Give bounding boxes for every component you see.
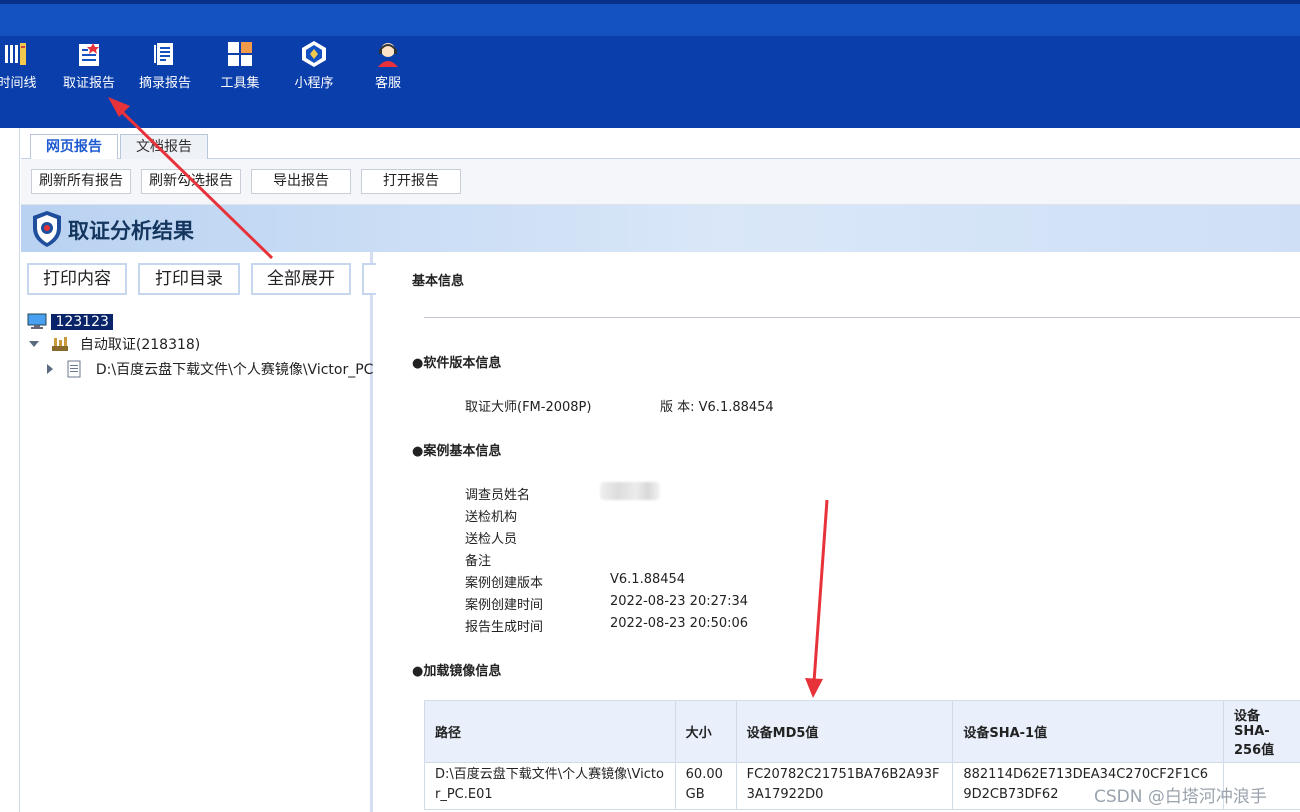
case-value-create-version: V6.1.88454 [610,572,686,587]
tab-document-report[interactable]: 文档报告 [120,134,208,160]
report-tab-strip: 网页报告 文档报告 [21,128,1300,160]
expand-triangle-icon[interactable] [47,364,53,374]
ribbon-item-label: 摘录报告 [138,76,191,91]
refresh-selected-reports-button[interactable]: 刷新勾选报告 [141,169,241,194]
page-title: 取证分析结果 [68,219,194,243]
expand-all-button[interactable]: 全部展开 [251,263,351,295]
forensics-tool-icon [52,337,69,351]
document-icon [67,360,81,378]
tree-node-root[interactable]: 123123 [27,313,113,330]
evidence-tree-pane: 打印内容 打印目录 全部展开 123123 自动取证(218318) D:\百度… [21,252,376,812]
col-header-sha1: 设备SHA-1值 [952,700,1224,763]
print-directory-button[interactable]: 打印目录 [138,263,240,295]
ribbon-item-customer-service[interactable]: 客服 [351,40,425,94]
case-label-report-time: 报告生成时间 [465,620,544,635]
tree-node-auto-forensics[interactable]: 自动取证(218318) [29,334,200,354]
cell-size: 60.00 GB [674,762,737,810]
report-toolbar: 刷新所有报告 刷新勾选报告 导出报告 打开报告 [21,159,1300,205]
watermark: CSDN @白塔河冲浪手 [1094,787,1267,807]
ribbon-item-label: 客服 [374,76,401,91]
print-content-button[interactable]: 打印内容 [27,263,127,295]
shield-icon [33,211,61,247]
ribbon-item-label: 小程序 [294,76,334,91]
software-name: 取证大师(FM-2008P) [465,400,592,415]
ribbon-item-mini-program[interactable]: 小程序 [277,40,351,94]
software-version: 版 本: V6.1.88454 [660,400,774,415]
case-label-create-version: 案例创建版本 [465,576,544,591]
export-report-button[interactable]: 导出报告 [251,169,351,194]
computer-icon [27,313,47,329]
ribbon-item-label: 工具集 [220,76,260,91]
report-content-pane: 基本信息 ●软件版本信息 取证大师(FM-2008P) 版 本: V6.1.88… [376,252,1300,812]
tree-node-label: 自动取证(218318) [79,337,201,353]
toolkit-icon [228,42,252,66]
col-header-path: 路径 [424,700,676,763]
case-label-create-time: 案例创建时间 [465,598,544,613]
ribbon-item-forensic-report[interactable]: 取证报告 [52,40,126,94]
case-label-submitter: 送检人员 [465,532,518,547]
excerpt-report-icon [154,43,173,65]
ribbon-toolbar: 时间线 取证报告 摘录报告 工具集 小程序 客服 [0,0,1300,128]
tree-node-label: 123123 [51,314,113,330]
section-divider [424,317,1300,318]
mini-program-icon [302,41,326,67]
redacted-investigator-name [600,482,660,500]
ribbon-item-timeline[interactable]: 时间线 [0,40,54,94]
section-image-info: ●加载镜像信息 [412,664,502,679]
table-header-row: 路径 大小 设备MD5值 设备SHA-1值 设备SHA-256值 [424,700,1300,763]
section-basic-info: 基本信息 [412,274,465,289]
col-header-size: 大小 [674,700,737,763]
col-header-sha256: 设备SHA-256值 [1223,700,1300,763]
refresh-all-reports-button[interactable]: 刷新所有报告 [31,169,131,194]
customer-service-icon [378,43,398,67]
col-header-md5: 设备MD5值 [735,700,954,763]
analysis-result-banner: 取证分析结果 [21,205,1300,252]
tab-label: 网页报告 [46,139,102,155]
left-side-bar [0,128,20,812]
tree-node-image-path[interactable]: D:\百度云盘下载文件\个人赛镜像\Victor_PC [47,359,373,379]
section-case-info: ●案例基本信息 [412,444,502,459]
tree-node-label: D:\百度云盘下载文件\个人赛镜像\Victor_PC [95,362,374,378]
ribbon-title-stripe [0,4,1300,36]
timeline-icon [5,43,26,65]
cell-md5: FC20782C21751BA76B2A93F3A17922D0 [735,762,954,810]
case-value-report-time: 2022-08-23 20:50:06 [610,616,749,631]
ribbon-item-excerpt-report[interactable]: 摘录报告 [128,40,202,94]
report-icon [79,43,99,66]
ribbon-item-label: 取证报告 [62,76,115,91]
cell-path: D:\百度云盘下载文件\个人赛镜像\Victor_PC.E01 [424,762,676,810]
ribbon-item-toolkit[interactable]: 工具集 [203,40,277,94]
tab-label: 文档报告 [136,139,192,155]
section-software-version: ●软件版本信息 [412,356,502,371]
case-value-create-time: 2022-08-23 20:27:34 [610,594,749,609]
tab-web-report[interactable]: 网页报告 [30,134,118,160]
more-button-clipped[interactable] [362,263,376,295]
ribbon-item-label: 时间线 [0,76,37,91]
case-label-note: 备注 [465,554,492,569]
case-label-institution: 送检机构 [465,510,518,525]
collapse-triangle-icon[interactable] [29,341,39,347]
case-label-investigator: 调查员姓名 [465,488,531,503]
open-report-button[interactable]: 打开报告 [361,169,461,194]
